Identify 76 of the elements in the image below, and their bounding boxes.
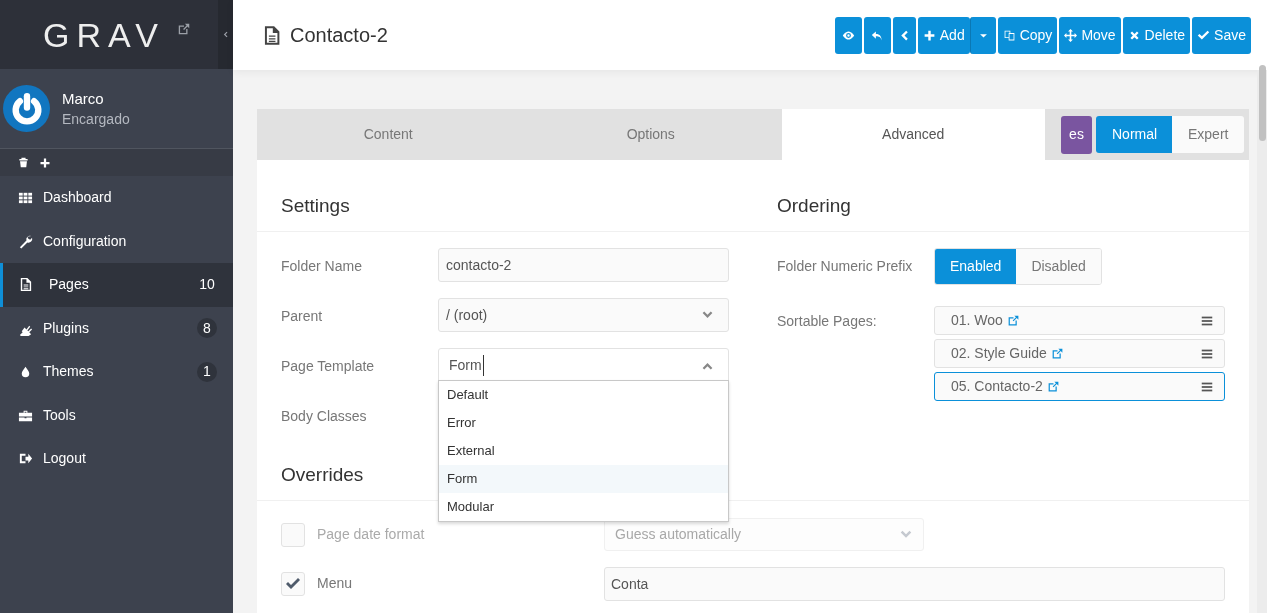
sortable-page[interactable]: 02. Style Guide: [934, 339, 1225, 368]
field-label: Folder Name: [281, 257, 363, 276]
move-button[interactable]: Move: [1059, 16, 1121, 54]
count-badge: 1: [197, 361, 217, 382]
checkbox-label: Page date format: [317, 525, 426, 544]
external-link-icon: [1046, 380, 1060, 393]
dropdown-toggle[interactable]: [969, 16, 996, 54]
section-heading: Ordering: [777, 193, 851, 218]
back-button[interactable]: [892, 16, 916, 54]
eye-icon: [841, 28, 855, 42]
dropdown-option[interactable]: Form: [439, 465, 728, 493]
copy-button[interactable]: Copy: [997, 16, 1058, 54]
move-icon: [1064, 28, 1078, 42]
dropdown-option[interactable]: Default: [439, 381, 728, 409]
tab[interactable]: Advanced: [782, 109, 1045, 160]
add-button[interactable]: [39, 156, 51, 169]
select-field[interactable]: / (root): [438, 298, 729, 332]
nav-item[interactable]: Logout: [0, 437, 233, 481]
checkbox[interactable]: [281, 522, 305, 547]
check-icon: [1197, 28, 1211, 42]
chevron-left-icon: [221, 30, 230, 39]
dropdown-option[interactable]: Error: [439, 409, 728, 437]
section-heading: Overrides: [281, 462, 364, 487]
nav-item[interactable]: Themes 1: [0, 350, 233, 394]
nav-item[interactable]: Configuration: [0, 219, 233, 263]
plus-icon: [39, 156, 51, 169]
nav-item[interactable]: Dashboard: [0, 176, 233, 220]
sortable-page[interactable]: 05. Contacto-2: [934, 372, 1225, 401]
user-name: Marco: [62, 88, 105, 109]
toggle-option[interactable]: Disabled: [1016, 249, 1101, 284]
trash-icon: [18, 157, 29, 168]
document-icon: [18, 277, 33, 293]
external-link-icon: [1050, 347, 1064, 360]
avatar: [3, 85, 50, 132]
collapse-handle[interactable]: [218, 0, 233, 69]
item-count: 10: [198, 275, 216, 295]
nav-item[interactable]: Plugins 8: [0, 306, 233, 350]
external-link-icon: [1006, 314, 1020, 327]
plus-icon: [922, 28, 936, 42]
section-heading: Settings: [281, 193, 350, 218]
page-title: Contacto-2: [290, 23, 388, 48]
revert-button[interactable]: [863, 16, 891, 54]
save-button[interactable]: Save: [1192, 16, 1251, 54]
sortable-page[interactable]: 01. Woo: [934, 306, 1225, 335]
grid-icon: [18, 190, 33, 206]
field-label: Body Classes: [281, 407, 368, 426]
toggle-option[interactable]: Enabled: [935, 249, 1017, 284]
preview-button[interactable]: [834, 16, 862, 54]
check-icon: [285, 575, 301, 592]
select-field[interactable]: Form: [438, 348, 729, 382]
nav-item[interactable]: Tools: [0, 393, 233, 437]
tab[interactable]: Content: [257, 109, 520, 160]
mode-toggle[interactable]: Expert: [1172, 116, 1244, 153]
dropdown-option[interactable]: Modular: [439, 493, 728, 521]
nav-item[interactable]: Pages 10: [0, 263, 233, 307]
add-button[interactable]: Add: [917, 16, 970, 54]
trash-button[interactable]: [18, 157, 29, 168]
field-label: Folder Numeric Prefix: [777, 257, 914, 276]
field-label: Sortable Pages:: [777, 312, 878, 331]
text-field[interactable]: Conta: [604, 566, 1225, 601]
scrollbar-thumb[interactable]: [1259, 65, 1266, 141]
user-role: Encargado: [62, 109, 130, 129]
dropdown-option[interactable]: External: [439, 437, 728, 465]
tab[interactable]: Options: [519, 109, 782, 160]
wrench-icon: [18, 233, 33, 249]
external-link-icon: [176, 21, 191, 36]
count-badge: 8: [197, 318, 217, 339]
language-button[interactable]: es: [1061, 115, 1092, 154]
text-field[interactable]: contacto-2: [438, 248, 729, 282]
field-label: Page Template: [281, 357, 376, 376]
delete-button[interactable]: Delete: [1122, 16, 1191, 54]
select-field: Guess automatically: [604, 518, 924, 551]
checkbox-label: Menu: [317, 574, 354, 593]
mode-toggle[interactable]: Normal: [1096, 116, 1172, 153]
field-label: Parent: [281, 307, 324, 326]
checkbox[interactable]: [281, 571, 305, 596]
